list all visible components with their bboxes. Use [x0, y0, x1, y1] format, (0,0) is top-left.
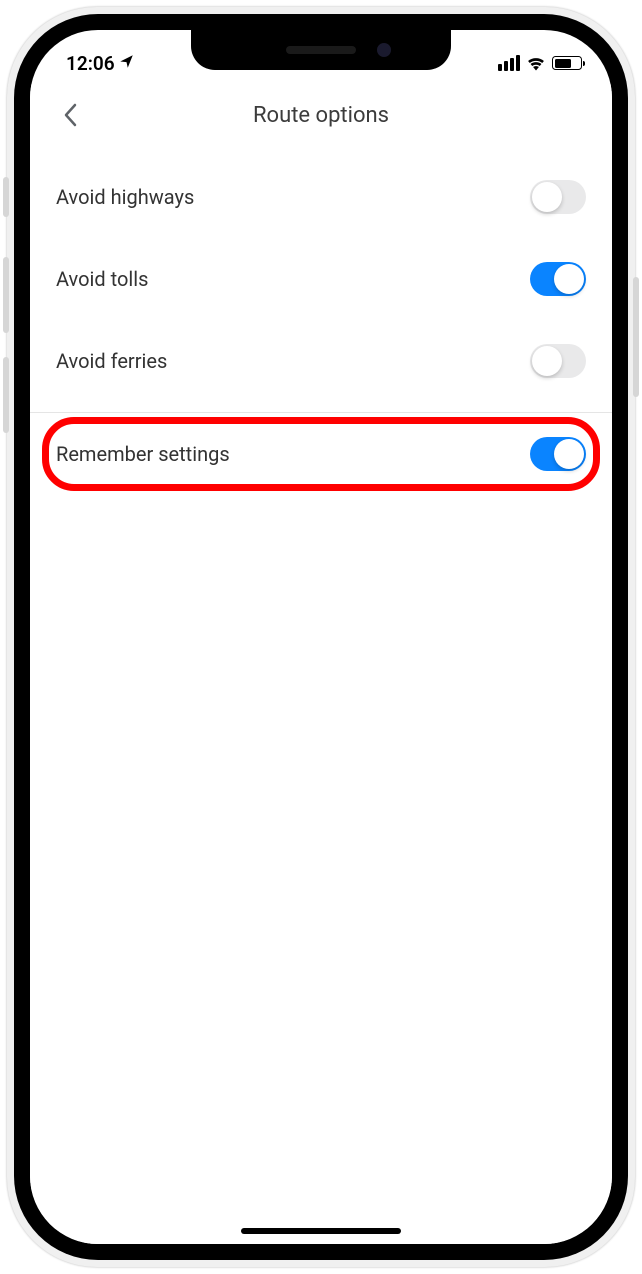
volume-up-button — [3, 257, 9, 333]
screen: 12:06 — [30, 30, 612, 1244]
back-button[interactable] — [50, 95, 90, 135]
mute-switch — [3, 177, 9, 217]
status-left: 12:06 — [66, 52, 134, 75]
volume-down-button — [3, 357, 9, 433]
wifi-icon — [526, 55, 546, 71]
settings-list: Avoid highways Avoid tolls Avoid ferries — [30, 146, 612, 495]
location-services-icon — [119, 54, 134, 73]
status-right — [498, 55, 582, 71]
setting-avoid-highways: Avoid highways — [30, 156, 612, 238]
toggle-knob — [532, 346, 562, 376]
toggle-knob — [554, 264, 584, 294]
front-camera — [377, 43, 391, 57]
cellular-signal-icon — [498, 55, 520, 71]
avoid-ferries-toggle[interactable] — [530, 344, 586, 378]
battery-icon — [552, 56, 582, 70]
power-button — [633, 277, 639, 397]
avoid-tolls-toggle[interactable] — [530, 262, 586, 296]
notch — [191, 30, 451, 70]
setting-label: Avoid ferries — [56, 349, 167, 373]
status-time: 12:06 — [66, 52, 115, 75]
setting-avoid-ferries: Avoid ferries — [30, 320, 612, 402]
chevron-left-icon — [63, 103, 77, 127]
remember-settings-toggle[interactable] — [530, 437, 586, 471]
setting-remember-settings: Remember settings — [30, 413, 612, 495]
page-header: Route options — [30, 84, 612, 146]
phone-frame: 12:06 — [7, 7, 635, 1267]
home-indicator[interactable] — [241, 1228, 401, 1234]
setting-label: Avoid tolls — [56, 267, 148, 291]
setting-avoid-tolls: Avoid tolls — [30, 238, 612, 320]
battery-level — [555, 59, 571, 68]
phone-body: 12:06 — [14, 14, 628, 1260]
speaker-grille — [286, 46, 356, 54]
setting-label: Avoid highways — [56, 185, 194, 209]
toggle-knob — [532, 182, 562, 212]
avoid-highways-toggle[interactable] — [530, 180, 586, 214]
toggle-knob — [554, 439, 584, 469]
content-area: Route options Avoid highways Avoid tolls — [30, 84, 612, 1244]
setting-label: Remember settings — [56, 442, 230, 466]
page-title: Route options — [253, 103, 389, 128]
